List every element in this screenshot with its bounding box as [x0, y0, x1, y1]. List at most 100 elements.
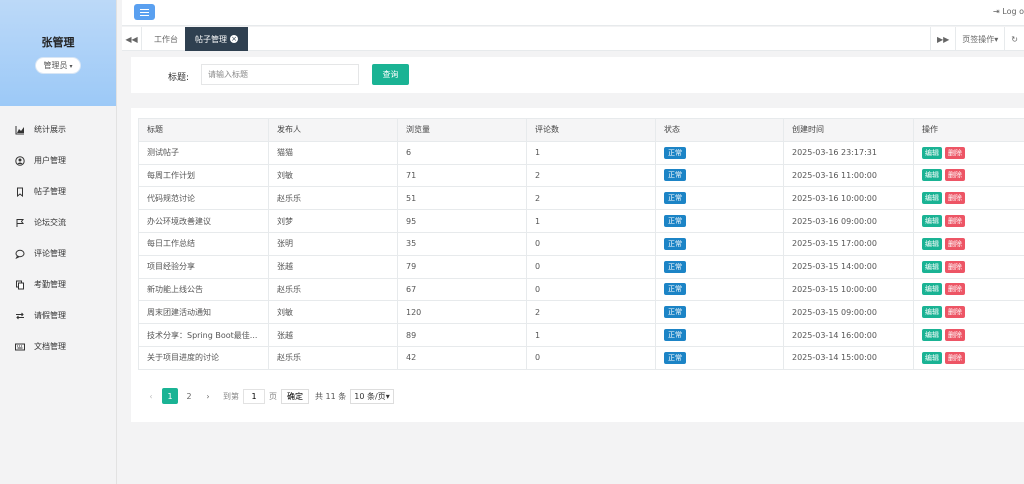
sidebar-item-attendance[interactable]: 考勤管理: [0, 269, 116, 300]
cell-actions: 编辑 删除: [913, 140, 1024, 165]
delete-button[interactable]: 删除: [945, 146, 965, 159]
sidebar-item-comments[interactable]: 评论管理: [0, 238, 116, 269]
backward-icon: ◀◀: [125, 34, 138, 44]
cell-author: 赵乐乐: [268, 277, 398, 302]
delete-button[interactable]: 删除: [945, 237, 965, 250]
cell-author: 赵乐乐: [268, 345, 398, 370]
table-row: 办公环境改善建议 刘梦 95 1 正常 2025-03-16 09:00:00 编辑 删除: [138, 209, 1024, 233]
posts-table: 标题 发布人 浏览量 评论数 状态 创建时间 操作 测试帖子 猫猫 6 1 正常 2025…: [138, 118, 1024, 370]
cell-status: 正常: [655, 254, 784, 279]
prev-page-button[interactable]: ‹: [143, 388, 159, 404]
edit-button[interactable]: 编辑: [922, 351, 942, 364]
table-header-row: 标题 发布人 浏览量 评论数 状态 创建时间 操作: [138, 118, 1024, 142]
exchange-icon: [12, 311, 28, 321]
column-header-views: 浏览量: [397, 118, 527, 142]
edit-button[interactable]: 编辑: [922, 215, 942, 228]
status-badge: 正常: [664, 169, 686, 182]
cell-views: 71: [397, 163, 527, 188]
sidebar-item-leave[interactable]: 请假管理: [0, 300, 116, 331]
delete-button[interactable]: 删除: [945, 283, 965, 296]
role-dropdown[interactable]: 管理员 ▾: [36, 58, 80, 73]
next-page-button[interactable]: ›: [200, 388, 216, 404]
tab-label: 工作台: [154, 34, 178, 44]
page-unit-label: 页: [269, 391, 277, 401]
cell-status: 正常: [655, 140, 784, 165]
sidebar-item-posts[interactable]: 帖子管理: [0, 176, 116, 207]
tabs-bar: ◀◀ 工作台 帖子管理 × ▶▶ 页签操作 ▾ ↻: [122, 27, 1024, 51]
page-ops-dropdown[interactable]: 页签操作 ▾: [955, 27, 1004, 51]
keyboard-icon: [12, 342, 28, 352]
status-badge: 正常: [664, 283, 686, 296]
sidebar-item-label: 统计展示: [34, 125, 66, 134]
table-row: 每日工作总结 张明 35 0 正常 2025-03-15 17:00:00 编辑 删除: [138, 231, 1024, 256]
cell-comments: 1: [526, 140, 656, 165]
delete-button[interactable]: 删除: [945, 192, 965, 205]
forward-icon: ▶▶: [936, 34, 950, 44]
cell-author: 张越: [268, 254, 398, 279]
role-label: 管理员: [43, 61, 68, 70]
edit-button[interactable]: 编辑: [922, 237, 942, 250]
goto-confirm-button[interactable]: 确定: [281, 388, 309, 404]
edit-button[interactable]: 编辑: [922, 306, 942, 319]
edit-button[interactable]: 编辑: [922, 283, 942, 296]
edit-button[interactable]: 编辑: [922, 329, 942, 342]
cell-created: 2025-03-16 23:17:31: [783, 140, 914, 165]
page-size-select[interactable]: 10 条/页 ▾: [350, 388, 394, 404]
sidebar-item-users[interactable]: 用户管理: [0, 145, 116, 176]
status-badge: 正常: [664, 260, 686, 273]
user-profile: 张管理 管理员 ▾: [0, 0, 116, 106]
sidebar-menu: 统计展示 用户管理 帖子管理 论坛交流 评论管理 考勤管理 请假管理 文档管理: [0, 106, 116, 362]
edit-button[interactable]: 编辑: [922, 192, 942, 205]
cell-author: 张越: [268, 323, 398, 347]
cell-comments: 0: [526, 254, 656, 279]
cell-views: 51: [397, 186, 527, 211]
page-1-button[interactable]: 1: [162, 388, 178, 404]
cell-views: 35: [397, 231, 527, 256]
edit-button[interactable]: 编辑: [922, 169, 942, 182]
table-row: 周末团建活动通知 刘敏 120 2 正常 2025-03-15 09:00:00 编辑 删除: [138, 300, 1024, 325]
query-button[interactable]: 查询: [372, 64, 409, 85]
sidebar-item-label: 文档管理: [34, 342, 66, 351]
page-2-button[interactable]: 2: [181, 388, 197, 404]
tabs-scroll-right-button[interactable]: ▶▶: [929, 27, 955, 51]
column-header-title: 标题: [138, 118, 269, 142]
cell-comments: 0: [526, 277, 656, 302]
cell-comments: 1: [526, 323, 656, 347]
logout-link[interactable]: ⇥ Log o: [993, 7, 1024, 16]
cell-author: 赵乐乐: [268, 186, 398, 211]
sidebar-item-forum[interactable]: 论坛交流: [0, 207, 116, 238]
tab-workbench[interactable]: 工作台: [144, 27, 188, 51]
menu-toggle-button[interactable]: [134, 4, 155, 20]
tabs-scroll-left-button[interactable]: ◀◀: [122, 27, 142, 51]
cell-actions: 编辑 删除: [913, 323, 1024, 347]
sign-out-icon: ⇥: [993, 7, 1000, 16]
sidebar-item-statistics[interactable]: 统计展示: [0, 114, 116, 145]
flag-icon: [12, 218, 28, 228]
status-badge: 正常: [664, 237, 686, 250]
delete-button[interactable]: 删除: [945, 351, 965, 364]
cell-status: 正常: [655, 323, 784, 347]
table-row: 项目经验分享 张越 79 0 正常 2025-03-15 14:00:00 编辑 删除: [138, 254, 1024, 279]
total-count: 共 11 条: [315, 391, 347, 401]
status-badge: 正常: [664, 192, 686, 205]
cell-author: 张明: [268, 231, 398, 256]
sidebar-item-documents[interactable]: 文档管理: [0, 331, 116, 362]
delete-button[interactable]: 删除: [945, 169, 965, 182]
edit-button[interactable]: 编辑: [922, 260, 942, 273]
delete-button[interactable]: 删除: [945, 306, 965, 319]
cell-created: 2025-03-15 17:00:00: [783, 231, 914, 256]
goto-label: 到第: [223, 391, 239, 401]
sidebar-item-label: 论坛交流: [34, 218, 66, 227]
goto-page-input[interactable]: [243, 388, 265, 404]
cell-title: 技术分享：Spring Boot最佳...: [138, 323, 269, 347]
title-search-input[interactable]: [201, 64, 359, 85]
table-row: 代码规范讨论 赵乐乐 51 2 正常 2025-03-16 10:00:00 编辑 删除: [138, 186, 1024, 211]
delete-button[interactable]: 删除: [945, 215, 965, 228]
delete-button[interactable]: 删除: [945, 329, 965, 342]
delete-button[interactable]: 删除: [945, 260, 965, 273]
chevron-down-icon: ▾: [385, 391, 390, 401]
tab-post-management[interactable]: 帖子管理 ×: [185, 27, 248, 51]
edit-button[interactable]: 编辑: [922, 146, 942, 159]
close-icon[interactable]: ×: [230, 35, 238, 43]
refresh-button[interactable]: ↻: [1004, 27, 1024, 51]
